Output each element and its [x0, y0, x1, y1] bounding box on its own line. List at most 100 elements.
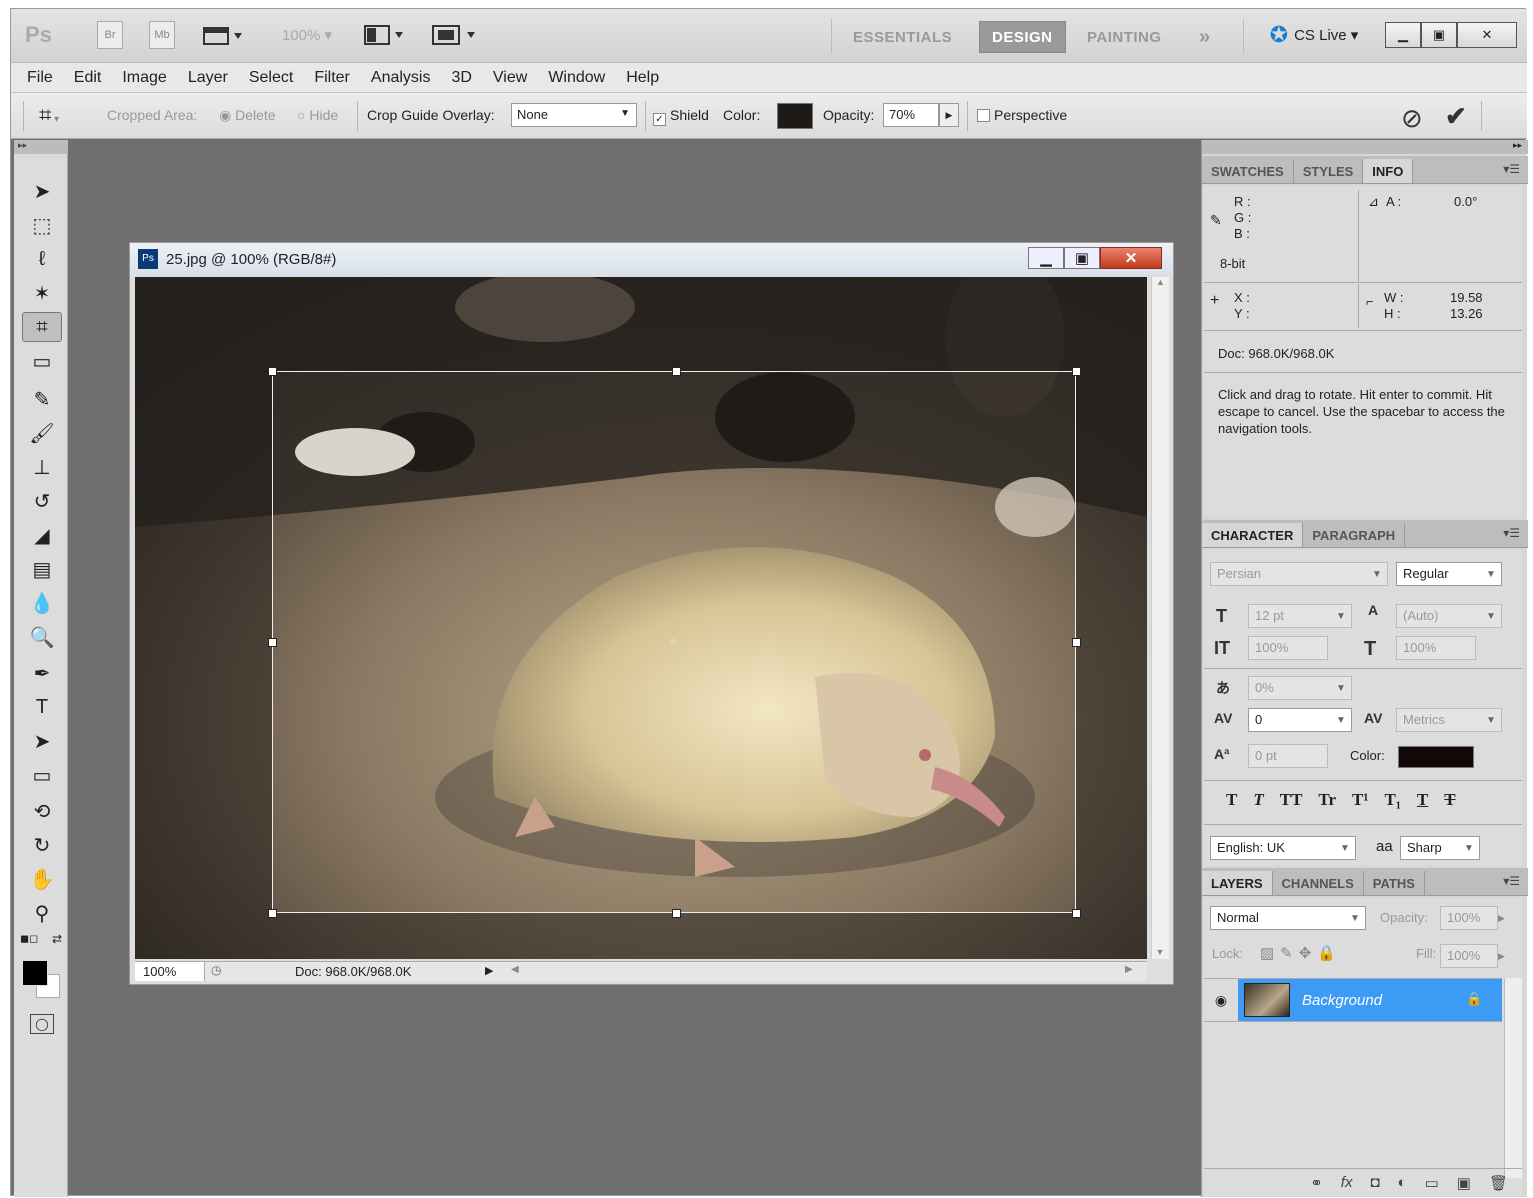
maximize-document-button[interactable]: ▣	[1064, 247, 1100, 269]
horizontal-scale-field[interactable]: 100%	[1396, 636, 1476, 660]
cancel-crop-button[interactable]: ⊘	[1401, 103, 1423, 134]
panel-menu-icon[interactable]: ▾☰	[1503, 526, 1520, 540]
bridge-button[interactable]: Br	[97, 21, 123, 49]
crop-handle[interactable]	[672, 367, 681, 376]
shield-color-swatch[interactable]	[777, 103, 813, 129]
layers-scrollbar[interactable]	[1504, 978, 1522, 1178]
blend-mode-select[interactable]: Normal ▼	[1210, 906, 1366, 930]
pen-tool[interactable]: ✒	[22, 658, 62, 688]
chevron-right-icon[interactable]: ▶	[1498, 944, 1514, 968]
crop-handle[interactable]	[268, 638, 277, 647]
new-layer-icon[interactable]: ▣	[1457, 1174, 1471, 1192]
document-zoom-field[interactable]: 100%	[135, 962, 205, 981]
lasso-tool[interactable]: ℓ	[22, 244, 62, 274]
workspace-design[interactable]: DESIGN	[979, 21, 1066, 53]
tab-paths[interactable]: PATHS	[1364, 871, 1425, 895]
hand-tool[interactable]: ✋	[22, 864, 62, 894]
antialias-select[interactable]: Sharp ▼	[1400, 836, 1480, 860]
tab-channels[interactable]: CHANNELS	[1273, 871, 1364, 895]
collapse-panels-icon[interactable]: ▸▸	[1202, 140, 1528, 154]
crop-handle[interactable]	[1072, 638, 1081, 647]
menu-3d[interactable]: 3D	[451, 69, 471, 87]
opacity-slider-button[interactable]: ▶	[939, 103, 959, 127]
blur-tool[interactable]: 💧	[22, 588, 62, 618]
menu-window[interactable]: Window	[548, 69, 605, 87]
lock-icons[interactable]: ▨✎✥🔒	[1260, 944, 1342, 962]
leading-field[interactable]: (Auto) ▼	[1396, 604, 1502, 628]
menu-help[interactable]: Help	[626, 69, 659, 87]
foreground-color-swatch[interactable]	[22, 960, 48, 986]
swap-colors-icon[interactable]: ⇄	[52, 932, 62, 946]
menu-analysis[interactable]: Analysis	[371, 69, 431, 87]
magic-wand-tool[interactable]: ✶	[22, 278, 62, 308]
close-document-button[interactable]: ✕	[1100, 247, 1162, 269]
adjustment-layer-icon[interactable]: ◐	[1398, 1174, 1407, 1191]
fx-icon[interactable]: fx	[1341, 1174, 1353, 1191]
marquee-tool[interactable]: ⬚	[22, 210, 62, 240]
workspace-essentials[interactable]: ESSENTIALS	[841, 21, 964, 53]
tool-preset-picker[interactable]: ⌗ ▾	[39, 102, 59, 128]
vertical-scrollbar[interactable]: ▲ ▼	[1151, 277, 1169, 959]
commit-crop-button[interactable]: ✔	[1445, 101, 1467, 132]
menu-image[interactable]: Image	[122, 69, 166, 87]
scroll-up-icon[interactable]: ▲	[1152, 277, 1169, 287]
panel-menu-icon[interactable]: ▾☰	[1503, 874, 1520, 888]
layer-fill-field[interactable]: 100%	[1440, 944, 1498, 968]
cs-live-button[interactable]: ✪ CS Live ▾	[1259, 21, 1369, 49]
minimize-app-button[interactable]: ▁	[1385, 22, 1421, 48]
tab-styles[interactable]: STYLES	[1294, 159, 1364, 183]
more-workspaces-button[interactable]: »	[1187, 21, 1223, 53]
menu-filter[interactable]: Filter	[314, 69, 350, 87]
all-caps-button[interactable]: TT	[1280, 790, 1303, 810]
delete-radio[interactable]: ◉ Delete	[219, 107, 276, 124]
font-family-select[interactable]: Persian ▼	[1210, 562, 1388, 586]
eye-icon[interactable]: ◉	[1204, 979, 1238, 1021]
superscript-button[interactable]: T¹	[1352, 790, 1368, 810]
font-size-field[interactable]: 12 pt ▼	[1248, 604, 1352, 628]
panel-menu-icon[interactable]: ▾☰	[1503, 162, 1520, 176]
crop-handle[interactable]	[268, 909, 277, 918]
menu-file[interactable]: File	[27, 69, 53, 87]
tab-layers[interactable]: LAYERS	[1202, 871, 1273, 895]
zoom-level-dropdown[interactable]: 100% ▾	[267, 21, 347, 49]
layer-name[interactable]: Background	[1302, 992, 1382, 1009]
subscript-button[interactable]: T₁	[1384, 790, 1400, 810]
type-tool[interactable]: T	[22, 692, 62, 722]
minimize-document-button[interactable]: ▁	[1028, 247, 1064, 269]
close-app-button[interactable]: ✕	[1457, 22, 1517, 48]
view-extras-button[interactable]	[199, 21, 249, 49]
scroll-left-icon[interactable]: ◀	[511, 964, 519, 975]
path-selection-tool[interactable]: ➤	[22, 726, 62, 756]
kerning-select[interactable]: Metrics ▼	[1396, 708, 1502, 732]
tab-character[interactable]: CHARACTER	[1202, 523, 1304, 547]
arrange-documents-button[interactable]	[361, 21, 411, 49]
language-select[interactable]: English: UK ▼	[1210, 836, 1356, 860]
trash-icon[interactable]: 🗑	[1489, 1174, 1508, 1192]
tracking-field[interactable]: 0 ▼	[1248, 708, 1352, 732]
crop-handle[interactable]	[1072, 909, 1081, 918]
layer-row-background[interactable]: ◉ Background 🔒	[1204, 978, 1502, 1022]
tsume-field[interactable]: 0% ▼	[1248, 676, 1352, 700]
healing-brush-tool[interactable]: ✎	[22, 384, 62, 414]
gradient-tool[interactable]: ▤	[22, 554, 62, 584]
text-color-swatch[interactable]	[1398, 746, 1474, 768]
add-mask-icon[interactable]: ◘	[1370, 1174, 1379, 1191]
hide-radio[interactable]: ○ Hide	[297, 107, 338, 123]
menu-select[interactable]: Select	[249, 69, 293, 87]
scroll-right-icon[interactable]: ▶	[1125, 964, 1133, 975]
clone-stamp-tool[interactable]: ⊥	[22, 452, 62, 482]
opacity-input[interactable]: 70%	[883, 103, 939, 127]
collapse-tools-icon[interactable]: ▸▸	[14, 140, 68, 154]
strikethrough-button[interactable]: T	[1444, 790, 1455, 810]
zoom-tool[interactable]: ⚲	[22, 898, 62, 928]
menu-edit[interactable]: Edit	[74, 69, 102, 87]
scroll-down-icon[interactable]: ▼	[1152, 947, 1168, 957]
vertical-scale-field[interactable]: 100%	[1248, 636, 1328, 660]
shape-tool[interactable]: ▭	[22, 760, 62, 790]
crop-handle[interactable]	[268, 367, 277, 376]
workspace-painting[interactable]: PAINTING	[1075, 21, 1174, 53]
faux-bold-button[interactable]: T	[1226, 790, 1237, 810]
3d-orbit-tool[interactable]: ↻	[22, 830, 62, 860]
crop-handle[interactable]	[1072, 367, 1081, 376]
screen-mode-button[interactable]	[429, 21, 483, 49]
